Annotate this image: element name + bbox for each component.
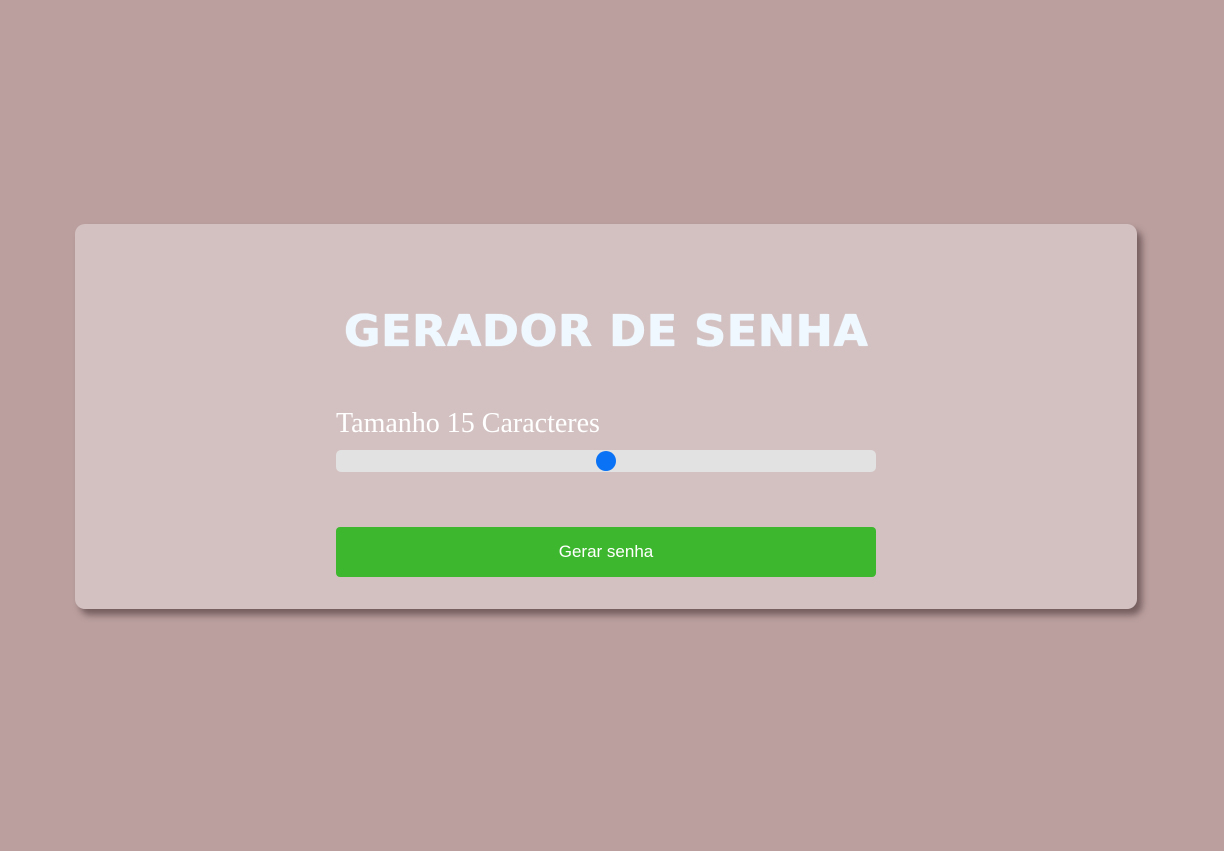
password-length-label: Tamanho 15 Caracteres <box>336 408 600 439</box>
page-title: GERADOR DE SENHA <box>343 306 869 357</box>
password-length-slider[interactable] <box>336 450 876 472</box>
generate-password-button[interactable]: Gerar senha <box>336 527 876 577</box>
slider-thumb[interactable] <box>596 451 616 471</box>
password-generator-card: GERADOR DE SENHA Tamanho 15 Caracteres G… <box>75 224 1137 609</box>
